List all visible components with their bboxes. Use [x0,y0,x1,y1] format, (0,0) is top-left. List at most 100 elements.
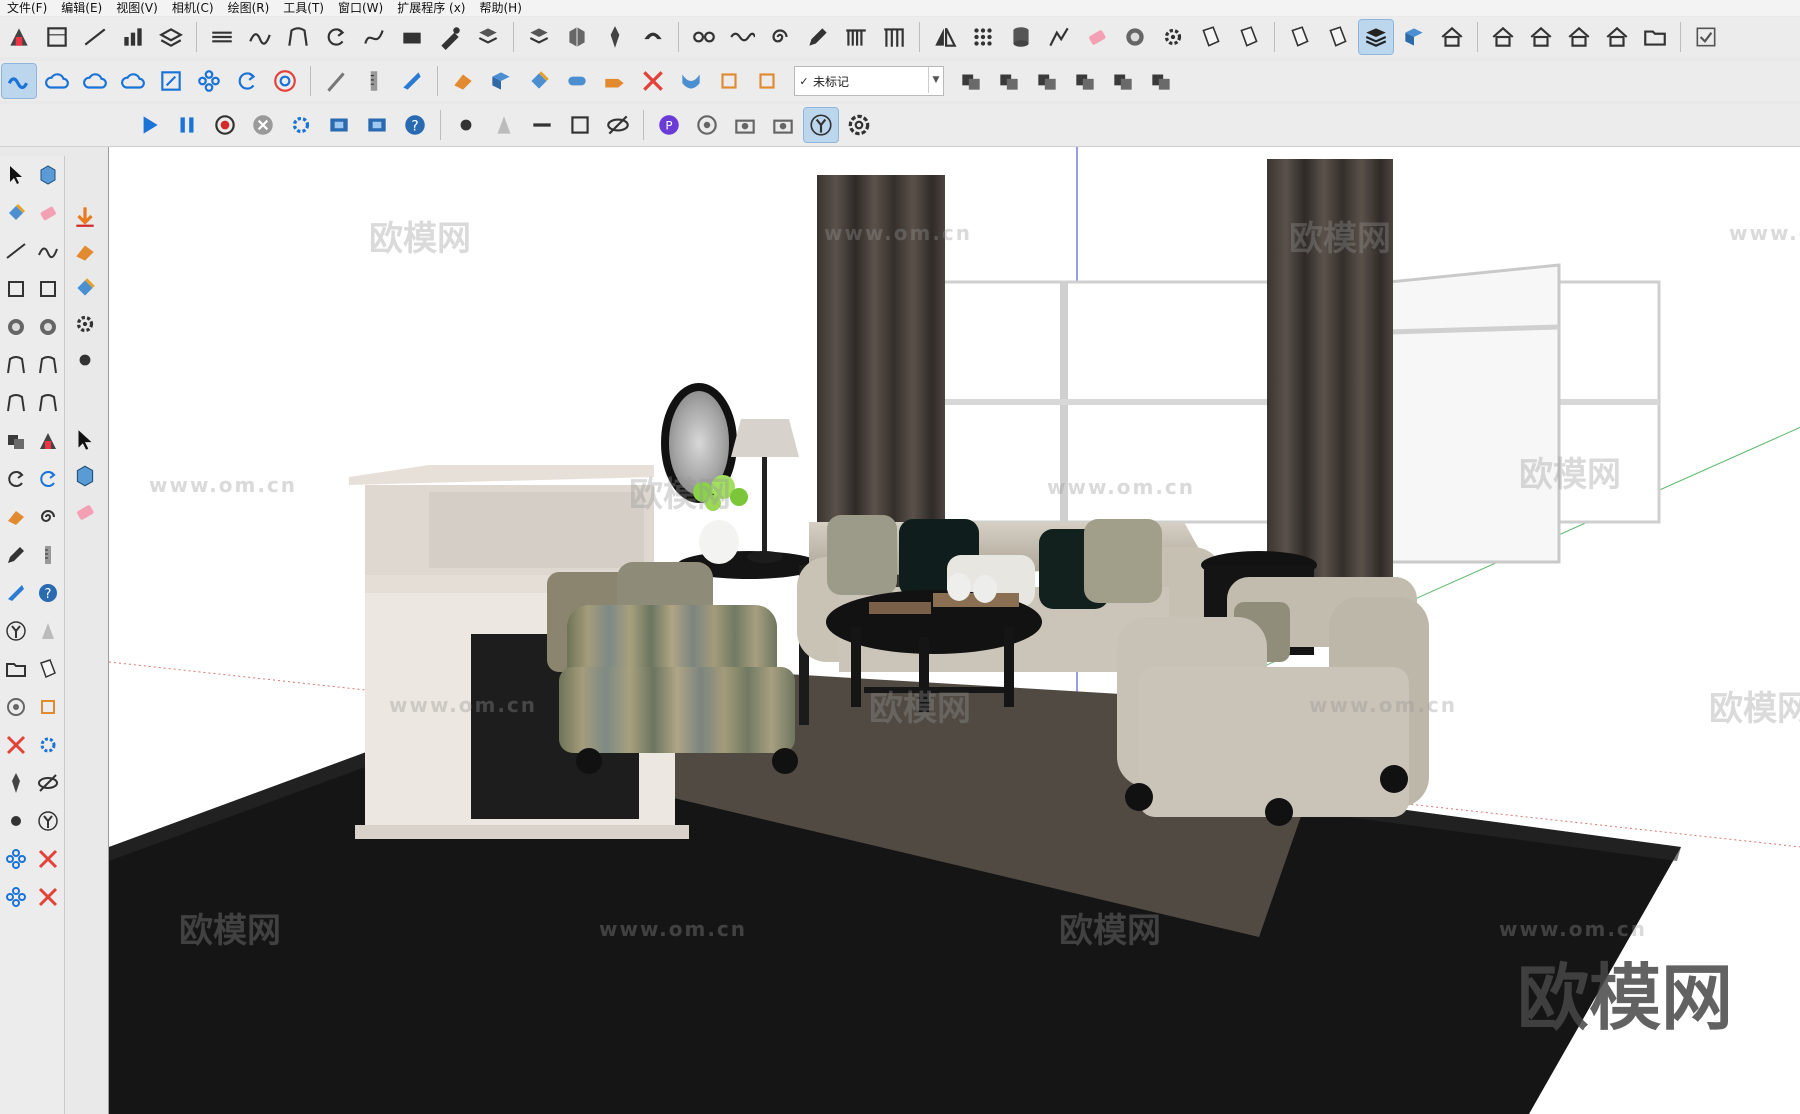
select-button[interactable] [2,160,30,190]
chain-button[interactable] [687,20,721,54]
badge-button[interactable] [2,312,30,342]
menu-item[interactable]: 相机(C) [165,0,221,16]
cube-button[interactable] [560,20,594,54]
layer-stack-button[interactable] [154,20,188,54]
railing-button[interactable] [839,20,873,54]
badge-button[interactable] [34,312,62,342]
house-button[interactable] [1435,20,1469,54]
menu-item[interactable]: 帮助(H) [472,0,528,16]
layers-active-button[interactable] [1358,19,1394,55]
group-button[interactable] [2,426,30,456]
sheet-button[interactable] [34,654,62,684]
draw-button[interactable] [1042,20,1076,54]
cut-button[interactable] [2,730,30,760]
wave-button[interactable] [725,20,759,54]
rotate-button[interactable] [2,464,30,494]
tape-button[interactable] [395,64,429,98]
box-button[interactable] [395,20,429,54]
spiral-button[interactable] [34,502,62,532]
columns-button[interactable] [877,20,911,54]
menu-item[interactable]: 绘图(R) [221,0,277,16]
play-button[interactable] [132,108,166,142]
ruler-button[interactable] [34,540,62,570]
ruler-button[interactable] [357,64,391,98]
film-button[interactable] [360,108,394,142]
spiral-button[interactable] [763,20,797,54]
axis-button[interactable] [34,806,62,836]
group-button[interactable] [1144,64,1178,98]
house-button[interactable] [1562,20,1596,54]
axis-button[interactable] [2,616,30,646]
hidden-eye-button[interactable] [34,768,62,798]
sheet-button[interactable] [1194,20,1228,54]
curve-button[interactable] [243,20,277,54]
flower-button[interactable] [2,844,30,874]
gear-button[interactable] [1156,20,1190,54]
cylinder-button[interactable] [1004,20,1038,54]
paint-button[interactable] [2,198,30,228]
menu-item[interactable]: 视图(V) [109,0,165,16]
paint-button[interactable] [522,64,556,98]
crop-button[interactable] [712,64,746,98]
pen-button[interactable] [433,20,467,54]
check-button[interactable] [1689,20,1723,54]
push-pull-button[interactable] [34,426,62,456]
hidden-eye-button[interactable] [601,108,635,142]
group-button[interactable] [954,64,988,98]
crop-button[interactable] [750,64,784,98]
folder-button[interactable] [2,654,30,684]
model-viewport[interactable]: 欧模网 www.om.cn 欧模网 www.om.cn www.om.cn ww… [108,147,1800,1114]
folder-button[interactable] [1638,20,1672,54]
phone-button[interactable] [636,20,670,54]
help-button[interactable]: ? [34,578,62,608]
panel-button[interactable] [484,64,518,98]
line-button[interactable] [78,20,112,54]
arrow-down-button[interactable] [69,200,101,232]
dot-button[interactable] [449,108,483,142]
group-button[interactable] [992,64,1026,98]
dot-button[interactable] [69,344,101,376]
cut-button[interactable] [636,64,670,98]
3d-scene[interactable] [109,147,1800,1114]
axis-button[interactable] [803,107,839,143]
menu-item[interactable]: 文件(F) [0,0,54,16]
house-button[interactable] [1486,20,1520,54]
crop-button[interactable] [34,692,62,722]
menu-item[interactable]: 窗口(W) [331,0,390,16]
camera-button[interactable] [728,108,762,142]
arc-button[interactable] [34,350,62,380]
record-button[interactable] [208,108,242,142]
stop-button[interactable] [246,108,280,142]
mirror-button[interactable] [928,20,962,54]
orbit-button[interactable] [690,108,724,142]
component-button[interactable] [69,460,101,492]
group-button[interactable] [1068,64,1102,98]
film-button[interactable] [322,108,356,142]
group-button[interactable] [1106,64,1140,98]
plugin-button[interactable]: P [652,108,686,142]
follow-me-button[interactable] [205,20,239,54]
camera-button[interactable] [766,108,800,142]
flower-button[interactable] [2,882,30,912]
cloud-button[interactable] [116,64,150,98]
stack-button[interactable] [522,20,556,54]
pencil-button[interactable] [2,540,30,570]
dash-button[interactable] [525,108,559,142]
square-button[interactable] [563,108,597,142]
panel-button[interactable] [1397,20,1431,54]
extrude-button[interactable] [446,64,480,98]
eraser-button[interactable] [69,496,101,528]
dot-button[interactable] [2,806,30,836]
section-plane-button[interactable] [40,20,74,54]
menu-item[interactable]: 扩展程序 (x) [390,0,472,16]
pipe-button[interactable] [560,64,594,98]
arc-button[interactable] [281,20,315,54]
join-button[interactable] [1,63,37,99]
frame-button[interactable] [154,64,188,98]
pause-button[interactable] [170,108,204,142]
flower-button[interactable] [192,64,226,98]
extrude-button[interactable] [69,236,101,268]
tag-dropdown[interactable]: ✓ 未标记 ▼ [794,66,944,96]
cone-button[interactable] [34,616,62,646]
line-button[interactable] [2,236,30,266]
